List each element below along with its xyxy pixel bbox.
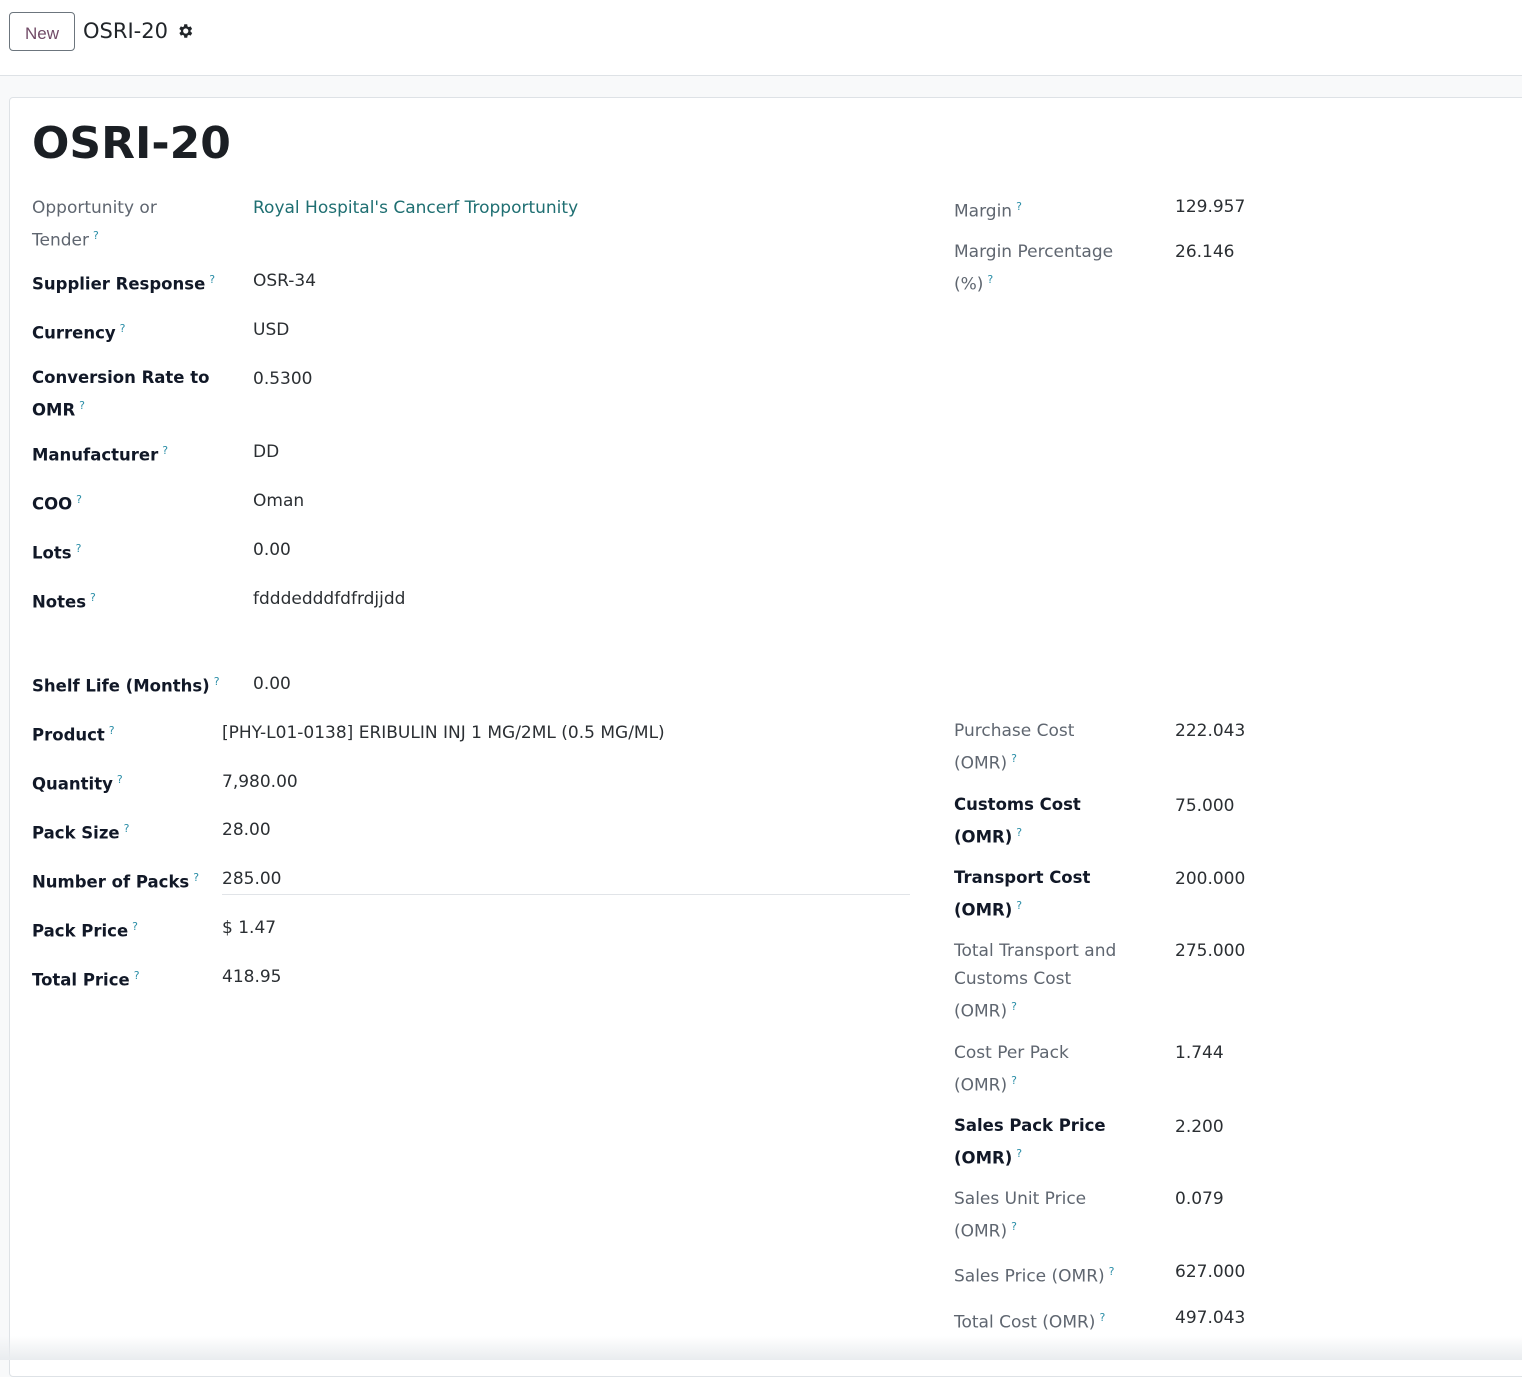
lots-label: Lots? [32, 542, 82, 563]
opportunity-link[interactable]: Royal Hospital's Cancerf Tropportunity [253, 194, 578, 222]
total-cost-label: Total Cost (OMR)? [954, 1311, 1106, 1333]
conversion-rate-value: 0.5300 [253, 369, 313, 389]
help-icon[interactable]: ? [117, 773, 123, 786]
notes-label: Notes? [32, 591, 96, 612]
pack-size-value: 28.00 [222, 820, 271, 840]
help-icon[interactable]: ? [193, 871, 199, 884]
product-label: Product? [32, 724, 115, 745]
help-icon[interactable]: ? [76, 493, 82, 506]
help-icon[interactable]: ? [124, 822, 130, 835]
number-of-packs-label: Number of Packs? [32, 871, 200, 892]
total-transport-customs-label: Total Transport and Customs Cost (OMR)? [954, 941, 1117, 1022]
help-icon[interactable]: ? [1011, 1000, 1017, 1013]
sales-price-value: 627.000 [1175, 1262, 1246, 1282]
conversion-rate-label: Conversion Rate to OMR? [32, 368, 210, 420]
purchase-cost-value: 222.043 [1175, 721, 1246, 741]
help-icon[interactable]: ? [1016, 200, 1022, 213]
sales-pack-price-label: Sales Pack Price (OMR)? [954, 1116, 1106, 1168]
number-of-packs-value: 285.00 [222, 869, 282, 889]
quantity-label: Quantity? [32, 773, 123, 794]
gear-icon[interactable] [176, 22, 194, 40]
total-transport-customs-value: 275.000 [1175, 941, 1246, 961]
shelf-life-label: Shelf Life (Months)? [32, 675, 220, 696]
help-icon[interactable]: ? [109, 724, 115, 737]
help-icon[interactable]: ? [134, 969, 140, 982]
sales-price-label: Sales Price (OMR)? [954, 1265, 1115, 1287]
pack-price-value: $ 1.47 [222, 918, 277, 938]
shelf-life-value: 0.00 [253, 674, 291, 694]
margin-percentage-label: Margin Percentage (%)? [954, 242, 1114, 295]
help-icon[interactable]: ? [987, 273, 993, 286]
field-divider [222, 894, 910, 895]
help-icon[interactable]: ? [1011, 1220, 1017, 1233]
coo-value: Oman [253, 491, 305, 511]
product-value: [PHY-L01-0138] ERIBULIN INJ 1 MG/2ML (0.… [222, 723, 665, 743]
opportunity-label: Opportunity or Tender? [32, 198, 157, 251]
breadcrumb-title: OSRI-20 [83, 19, 168, 43]
purchase-cost-label: Purchase Cost (OMR)? [954, 721, 1075, 774]
help-icon[interactable]: ? [214, 675, 220, 688]
quantity-value: 7,980.00 [222, 772, 298, 792]
margin-label: Margin? [954, 200, 1022, 222]
help-icon[interactable]: ? [1011, 752, 1017, 765]
record-title: OSRI-20 [32, 118, 231, 169]
help-icon[interactable]: ? [90, 591, 96, 604]
control-panel: New OSRI-20 [0, 0, 1522, 76]
help-icon[interactable]: ? [93, 229, 99, 242]
sales-unit-price-label: Sales Unit Price (OMR)? [954, 1189, 1087, 1242]
coo-label: COO? [32, 493, 83, 514]
help-icon[interactable]: ? [1016, 1147, 1022, 1160]
supplier-response-label: Supplier Response? [32, 273, 216, 294]
margin-percentage-value: 26.146 [1175, 242, 1235, 262]
help-icon[interactable]: ? [132, 920, 138, 933]
help-icon[interactable]: ? [1016, 899, 1022, 912]
customs-cost-label: Customs Cost (OMR)? [954, 795, 1081, 847]
currency-value: USD [253, 320, 290, 340]
total-cost-value: 497.043 [1175, 1308, 1246, 1328]
help-icon[interactable]: ? [209, 273, 215, 286]
customs-cost-value: 75.000 [1175, 796, 1235, 816]
help-icon[interactable]: ? [1109, 1265, 1115, 1278]
pack-size-label: Pack Size? [32, 822, 130, 843]
manufacturer-value: DD [253, 442, 280, 462]
help-icon[interactable]: ? [1099, 1311, 1105, 1324]
margin-value: 129.957 [1175, 197, 1246, 217]
help-icon[interactable]: ? [79, 399, 85, 412]
sales-pack-price-value: 2.200 [1175, 1117, 1224, 1137]
transport-cost-value: 200.000 [1175, 869, 1246, 889]
pack-price-label: Pack Price? [32, 920, 138, 941]
help-icon[interactable]: ? [1016, 826, 1022, 839]
supplier-response-value: OSR-34 [253, 271, 317, 291]
currency-label: Currency? [32, 322, 126, 343]
new-button[interactable]: New [9, 12, 75, 51]
help-icon[interactable]: ? [162, 444, 168, 457]
help-icon[interactable]: ? [76, 542, 82, 555]
help-icon[interactable]: ? [1011, 1074, 1017, 1087]
manufacturer-label: Manufacturer? [32, 444, 169, 465]
lots-value: 0.00 [253, 540, 291, 560]
help-icon[interactable]: ? [120, 322, 126, 335]
total-price-value: 418.95 [222, 967, 282, 987]
cost-per-pack-label: Cost Per Pack (OMR)? [954, 1043, 1069, 1096]
total-price-label: Total Price? [32, 969, 140, 990]
sales-unit-price-value: 0.079 [1175, 1189, 1224, 1209]
scroll-shadow [0, 1336, 1522, 1360]
transport-cost-label: Transport Cost (OMR)? [954, 868, 1091, 920]
notes-value: fdddedddfdfrdjjdd [253, 589, 406, 609]
cost-per-pack-value: 1.744 [1175, 1043, 1224, 1063]
